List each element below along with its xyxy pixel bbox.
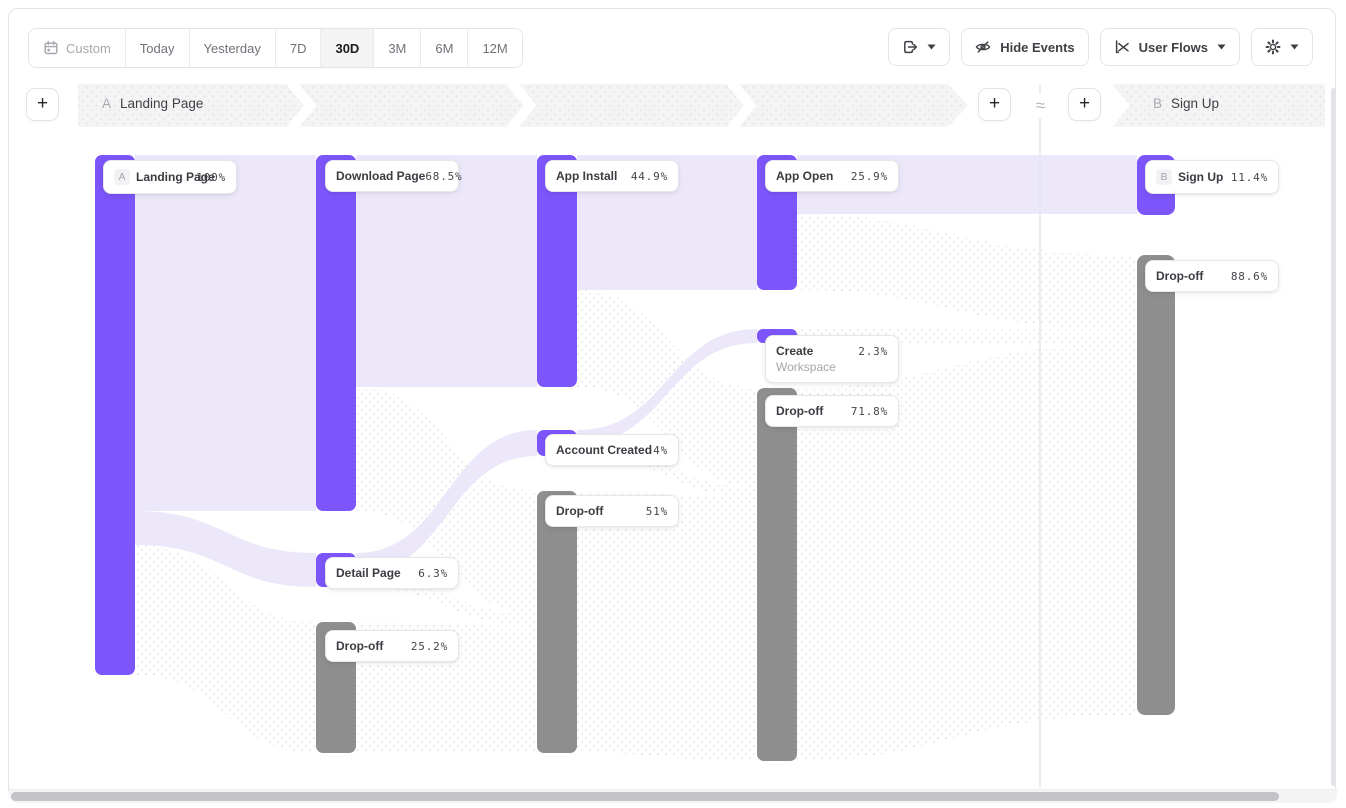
step-a-name: Landing Page <box>120 96 203 111</box>
node-card-dropoff-step3[interactable]: Drop-off 51% <box>545 495 679 527</box>
node-label-line2: Workspace <box>776 360 888 374</box>
node-card-detail-page[interactable]: Detail Page 6.3% <box>325 557 459 589</box>
node-label: Detail Page <box>336 566 401 580</box>
date-range-12m[interactable]: 12M <box>467 29 521 67</box>
horizontal-scrollbar-thumb[interactable] <box>11 792 1279 801</box>
node-percent: 6.3% <box>418 567 448 580</box>
date-range-custom[interactable]: Custom <box>29 29 125 67</box>
node-card-app-install[interactable]: App Install 44.9% <box>545 160 679 192</box>
gear-icon <box>1265 39 1281 55</box>
node-card-sign-up[interactable]: B Sign Up 11.4% <box>1145 160 1279 194</box>
date-range-label: Custom <box>66 41 111 56</box>
date-range-label: 30D <box>335 41 359 56</box>
view-mode-button[interactable]: User Flows <box>1100 28 1240 66</box>
date-range-today[interactable]: Today <box>125 29 189 67</box>
node-card-create-workspace[interactable]: Create 2.3% Workspace <box>765 335 899 383</box>
export-arrow-icon <box>902 39 918 55</box>
node-card-account-created[interactable]: Account Created 4% <box>545 434 679 466</box>
node-label: Sign Up <box>1178 170 1223 184</box>
node-label: Drop-off <box>556 504 603 518</box>
node-percent: 51% <box>646 505 668 518</box>
date-range-7d[interactable]: 7D <box>275 29 321 67</box>
date-range-label: Yesterday <box>204 41 261 56</box>
node-label: Drop-off <box>1156 269 1203 283</box>
node-percent: 68.5% <box>425 170 462 183</box>
ribbon-appopen-dropoffb[interactable] <box>797 214 1137 330</box>
bar-landing-page[interactable] <box>95 155 135 675</box>
node-card-dropoff-step-b[interactable]: Drop-off 88.6% <box>1145 260 1279 292</box>
date-range-picker: Custom Today Yesterday 7D 30D 3M 6M 12M <box>28 28 523 68</box>
flow-canvas <box>0 0 1346 808</box>
add-step-button-mid[interactable]: + <box>978 88 1011 121</box>
date-range-30d-active[interactable]: 30D <box>320 29 373 67</box>
node-badge: B <box>1156 169 1172 185</box>
date-range-label: 7D <box>290 41 307 56</box>
export-button[interactable] <box>888 28 950 66</box>
view-mode-label: User Flows <box>1139 40 1208 55</box>
caret-down-icon <box>1290 44 1299 50</box>
plus-icon: + <box>37 93 48 115</box>
node-label: App Install <box>556 169 617 183</box>
node-card-dropoff-step2[interactable]: Drop-off 25.2% <box>325 630 459 662</box>
plus-icon: + <box>1079 93 1090 115</box>
add-step-button-right[interactable]: + <box>1068 88 1101 121</box>
node-percent: 25.2% <box>411 640 448 653</box>
date-range-label: 3M <box>388 41 406 56</box>
node-label: Drop-off <box>336 639 383 653</box>
flow-chart-icon <box>1114 39 1130 55</box>
hide-events-button[interactable]: Hide Events <box>961 28 1088 66</box>
node-card-dropoff-step4[interactable]: Drop-off 71.8% <box>765 395 899 427</box>
node-percent: 88.6% <box>1231 270 1268 283</box>
node-card-download-page[interactable]: Download Page 68.5% <box>325 160 459 192</box>
node-label: Drop-off <box>776 404 823 418</box>
step-b-letter: B <box>1153 96 1162 111</box>
bar-dropoff-step4[interactable] <box>757 388 797 761</box>
date-range-yesterday[interactable]: Yesterday <box>189 29 275 67</box>
node-percent: 71.8% <box>851 405 888 418</box>
node-percent: 44.9% <box>631 170 668 183</box>
node-percent: 100% <box>196 171 226 184</box>
ribbon-landing-download[interactable] <box>135 155 316 511</box>
node-label: Create <box>776 344 813 358</box>
node-percent: 11.4% <box>1231 171 1268 184</box>
step-b-header: B Sign Up <box>1153 96 1219 111</box>
bar-dropoff-step-b[interactable] <box>1137 255 1175 715</box>
add-step-button-left[interactable]: + <box>26 88 59 121</box>
toolbar-actions: Hide Events User Flows <box>888 28 1313 66</box>
vertical-scrollbar-thumb[interactable] <box>1331 88 1336 786</box>
calendar-icon <box>43 40 59 56</box>
bar-download-page[interactable] <box>316 155 356 511</box>
date-range-3m[interactable]: 3M <box>373 29 420 67</box>
eye-off-icon <box>975 39 991 55</box>
node-percent: 4% <box>653 444 668 457</box>
date-range-label: 6M <box>435 41 453 56</box>
step-b-name: Sign Up <box>1171 96 1219 111</box>
date-range-label: Today <box>140 41 175 56</box>
bar-dropoff-step3[interactable] <box>537 491 577 753</box>
node-label: Account Created <box>556 443 652 457</box>
caret-down-icon <box>927 44 936 50</box>
plus-icon: + <box>989 93 1000 115</box>
user-flows-app: Custom Today Yesterday 7D 30D 3M 6M 12M … <box>0 0 1346 808</box>
node-label: Download Page <box>336 169 425 183</box>
approx-glyph: ≈ <box>1036 96 1045 116</box>
settings-button[interactable] <box>1251 28 1313 66</box>
date-range-6m[interactable]: 6M <box>420 29 467 67</box>
node-label: App Open <box>776 169 833 183</box>
node-badge: A <box>114 169 130 185</box>
node-percent: 2.3% <box>858 345 888 358</box>
hide-events-label: Hide Events <box>1000 40 1074 55</box>
ribbon-dropoff3-dropoff4[interactable] <box>577 491 757 761</box>
horizontal-scrollbar-track <box>9 789 1337 803</box>
step-a-header: A Landing Page <box>102 96 203 111</box>
step-a-letter: A <box>102 96 111 111</box>
approx-separator: ≈ <box>1028 94 1053 118</box>
date-range-label: 12M <box>482 41 507 56</box>
node-card-landing-page[interactable]: ALanding Page 100% <box>103 160 237 194</box>
caret-down-icon <box>1217 44 1226 50</box>
node-percent: 25.9% <box>851 170 888 183</box>
node-card-app-open[interactable]: App Open 25.9% <box>765 160 899 192</box>
